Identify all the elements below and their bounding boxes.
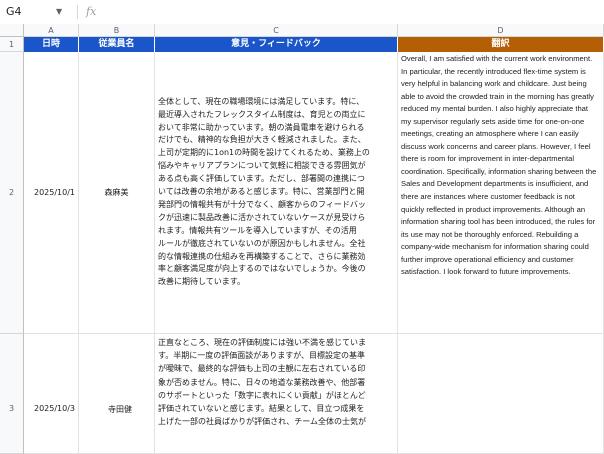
cell-date[interactable]: 2025/10/3 <box>24 334 79 454</box>
translation-text: Overall, I am satisfied with the current… <box>401 54 597 277</box>
fx-icon: fx <box>86 5 97 18</box>
chevron-down-icon[interactable]: ▼ <box>56 3 62 20</box>
translation-text <box>398 334 603 336</box>
cell-employee[interactable]: 寺田健 <box>79 334 155 454</box>
cell-date[interactable]: 2025/10/1 <box>24 52 79 334</box>
row-header-1[interactable]: 1 <box>0 37 24 52</box>
cell-employee[interactable]: 森麻美 <box>79 52 155 334</box>
header-cell-feedback[interactable]: 意見・フィードバック <box>155 37 398 52</box>
feedback-text: 全体として、現在の職場環境には満足しています。特に、 最近導入されたフレックスタ… <box>158 96 370 287</box>
formula-input[interactable] <box>104 3 600 20</box>
column-header-c[interactable]: C <box>155 24 398 37</box>
employee-name: 寺田健 <box>108 405 132 414</box>
date-value: 2025/10/3 <box>34 404 76 413</box>
row-header-2[interactable]: 2 <box>0 52 24 334</box>
column-header-d[interactable]: D <box>398 24 604 37</box>
cell-translation[interactable] <box>398 334 604 454</box>
formula-bar: G4 ▼ fx <box>0 0 604 25</box>
date-value: 2025/10/1 <box>34 188 76 197</box>
row-header-3[interactable]: 3 <box>0 334 24 454</box>
select-all-corner[interactable] <box>0 24 24 37</box>
cell-feedback[interactable]: 全体として、現在の職場環境には満足しています。特に、 最近導入されたフレックスタ… <box>155 52 398 334</box>
column-header-b[interactable]: B <box>79 24 155 37</box>
cell-feedback[interactable]: 正直なところ、現在の評価制度には強い不満を感じていま す。半期に一度の評価面談が… <box>155 334 398 454</box>
header-cell-date[interactable]: 日時 <box>24 37 79 52</box>
cell-translation[interactable]: Overall, I am satisfied with the current… <box>398 52 604 334</box>
header-cell-translation[interactable]: 翻訳 <box>398 37 604 52</box>
formula-bar-divider <box>77 5 78 19</box>
feedback-text: 正直なところ、現在の評価制度には強い不満を感じていま す。半期に一度の評価面談が… <box>158 338 366 427</box>
column-header-a[interactable]: A <box>24 24 79 37</box>
header-cell-employee[interactable]: 従業員名 <box>79 37 155 52</box>
employee-name: 森麻美 <box>104 188 129 197</box>
